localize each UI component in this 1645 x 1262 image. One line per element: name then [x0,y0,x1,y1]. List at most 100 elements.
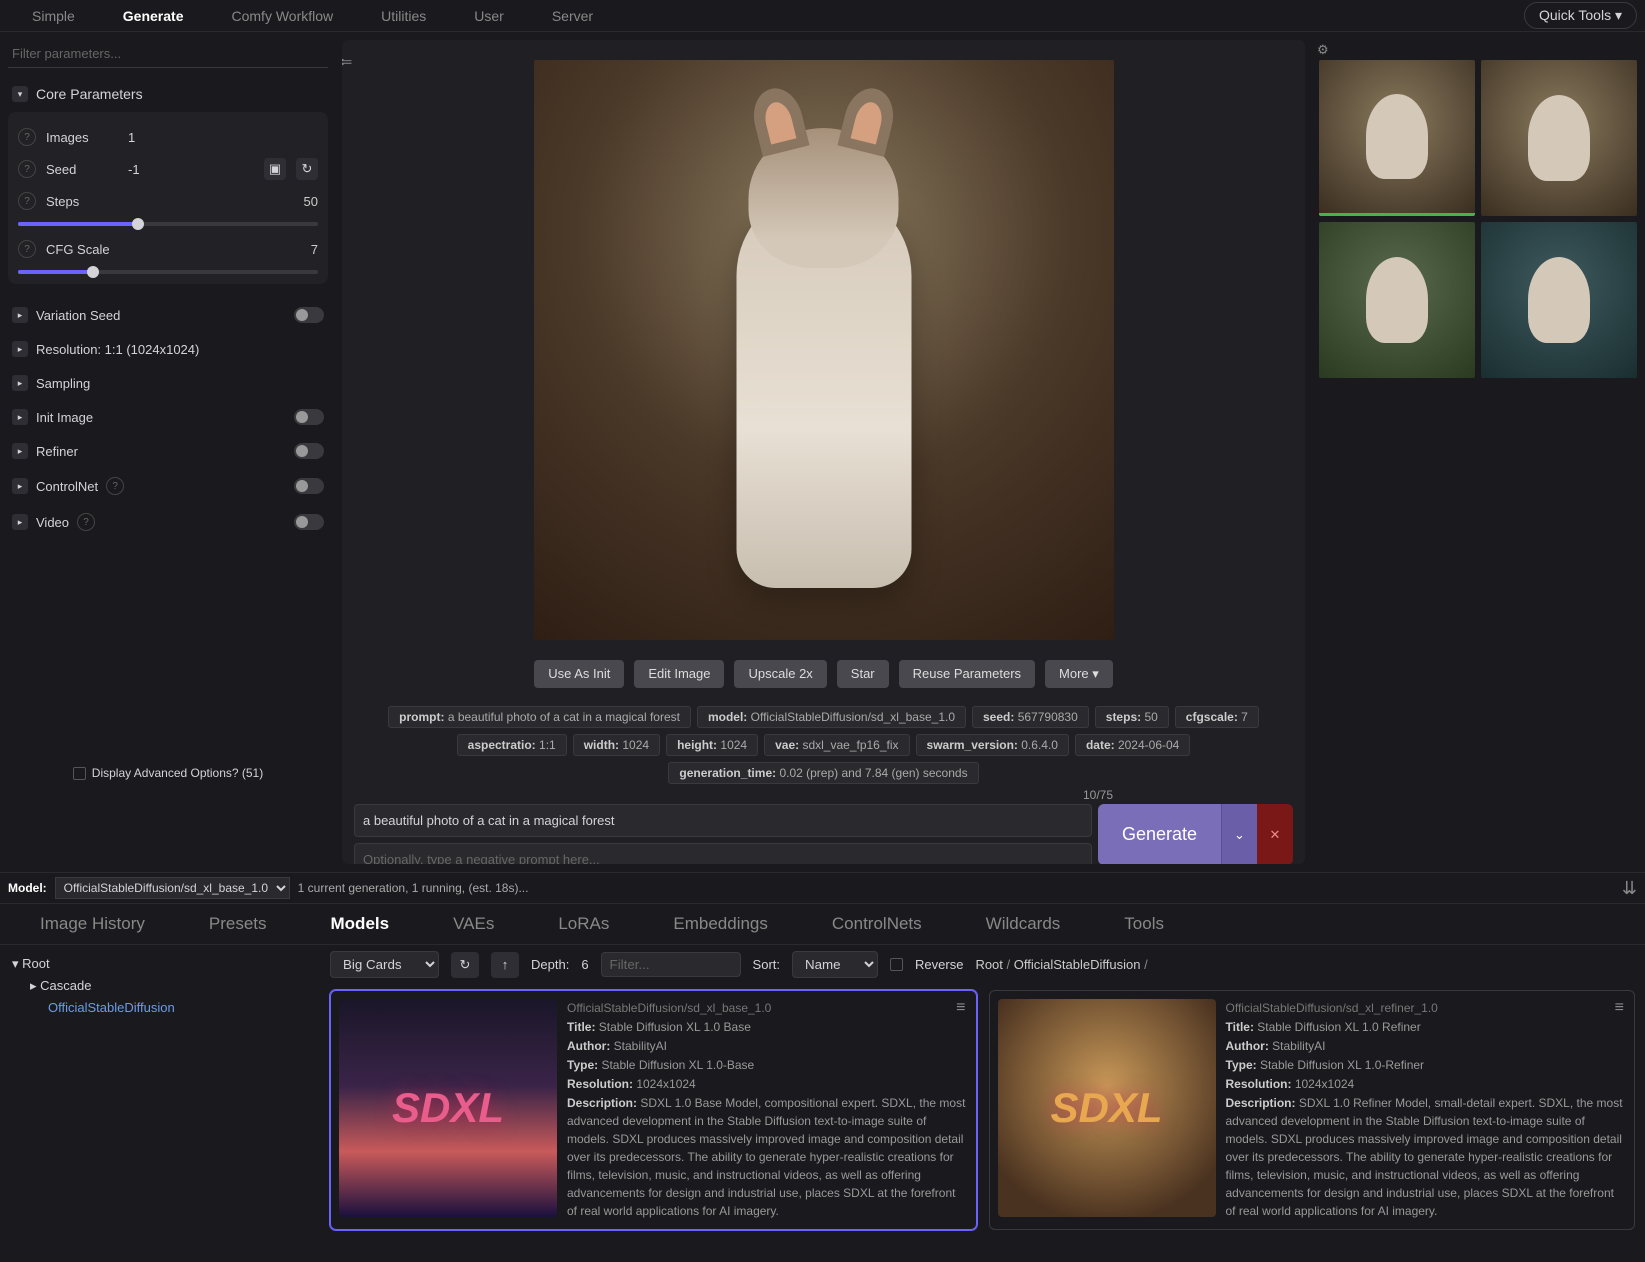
prompt-row: a beautiful photo of a cat in a magical … [354,804,1293,864]
action-row: Use As Init Edit Image Upscale 2x Star R… [354,660,1293,688]
negative-prompt-input[interactable] [354,843,1092,864]
status-text: 1 current generation, 1 running, (est. 1… [298,881,529,895]
meta-tag-generation_time[interactable]: generation_time: 0.02 (prep) and 7.84 (g… [668,762,978,784]
generate-dropdown[interactable]: ⌄ [1221,804,1257,864]
core-parameters-header[interactable]: ▾ Core Parameters [8,80,328,108]
nav-tab-server[interactable]: Server [528,2,617,30]
meta-tag-date[interactable]: date: 2024-06-04 [1075,734,1190,756]
section-toggle[interactable] [294,443,324,459]
depth-value[interactable]: 6 [581,957,588,972]
help-icon[interactable]: ? [18,128,36,146]
reverse-label: Reverse [915,957,963,972]
param-section-6[interactable]: ▸Video? [8,504,328,540]
nav-tab-user[interactable]: User [450,2,528,30]
seed-value[interactable]: -1 [128,162,140,177]
breadcrumb[interactable]: Root / OfficialStableDiffusion / [975,957,1147,972]
cancel-button[interactable]: ✕ [1257,804,1293,864]
param-seed: ? Seed -1 ▣ ↻ [18,152,318,186]
images-value[interactable]: 1 [128,130,135,145]
up-button[interactable]: ↑ [491,952,519,978]
meta-tag-aspectratio[interactable]: aspectratio: 1:1 [457,734,567,756]
btab-tools[interactable]: Tools [1092,904,1196,944]
filter-parameters-input[interactable] [8,40,328,68]
param-section-5[interactable]: ▸ControlNet? [8,468,328,504]
advanced-options-toggle[interactable]: Display Advanced Options? (51) [8,760,328,786]
meta-tag-cfgscale[interactable]: cfgscale: 7 [1175,706,1259,728]
param-section-1[interactable]: ▸Resolution: 1:1 (1024x1024) [8,332,328,366]
meta-tag-model[interactable]: model: OfficialStableDiffusion/sd_xl_bas… [697,706,966,728]
quick-tools-dropdown[interactable]: Quick Tools ▾ [1524,2,1637,29]
cfg-slider[interactable] [18,270,318,274]
model-card-0[interactable]: SDXL OfficialStableDiffusion/sd_xl_base_… [330,990,977,1230]
gear-icon[interactable]: ⚙ [1317,42,1329,58]
help-icon[interactable]: ? [18,240,36,258]
refresh-button[interactable]: ↻ [451,952,479,978]
steps-slider[interactable] [18,222,318,226]
preview-image[interactable] [534,60,1114,640]
bottom-area: Model: OfficialStableDiffusion/sd_xl_bas… [0,872,1645,1262]
param-section-4[interactable]: ▸Refiner [8,434,328,468]
nav-tab-generate[interactable]: Generate [99,2,208,30]
section-toggle[interactable] [294,307,324,323]
reverse-checkbox[interactable] [890,958,903,971]
seed-reuse-button[interactable]: ▣ [264,158,286,180]
card-menu-icon[interactable]: ≡ [956,999,965,1017]
meta-tag-height[interactable]: height: 1024 [666,734,758,756]
use-as-init-button[interactable]: Use As Init [534,660,624,688]
tree-cascade[interactable]: ▸ Cascade [12,975,308,997]
collapse-sidebar-icon[interactable]: ⇐ [342,52,352,72]
tree-root[interactable]: ▾ Root [12,953,308,975]
card-menu-icon[interactable]: ≡ [1615,999,1624,1017]
param-section-0[interactable]: ▸Variation Seed [8,298,328,332]
help-icon[interactable]: ? [18,192,36,210]
btab-presets[interactable]: Presets [177,904,299,944]
generate-button[interactable]: Generate [1098,804,1221,864]
btab-loras[interactable]: LoRAs [526,904,641,944]
cfg-value[interactable]: 7 [311,242,318,257]
expand-icon: ▸ [12,307,28,323]
btab-models[interactable]: Models [299,904,422,944]
btab-vaes[interactable]: VAEs [421,904,526,944]
tree-official-sd[interactable]: OfficialStableDiffusion [12,997,308,1018]
param-section-3[interactable]: ▸Init Image [8,400,328,434]
nav-tab-comfy[interactable]: Comfy Workflow [208,2,358,30]
model-card-1[interactable]: SDXL OfficialStableDiffusion/sd_xl_refin… [989,990,1636,1230]
section-toggle[interactable] [294,478,324,494]
upscale-button[interactable]: Upscale 2x [734,660,826,688]
nav-tab-simple[interactable]: Simple [8,2,99,30]
thumbnail-0[interactable] [1319,60,1475,216]
section-toggle[interactable] [294,409,324,425]
star-button[interactable]: Star [837,660,889,688]
help-icon[interactable]: ? [77,513,95,531]
edit-image-button[interactable]: Edit Image [634,660,724,688]
meta-tag-prompt[interactable]: prompt: a beautiful photo of a cat in a … [388,706,691,728]
meta-tag-steps[interactable]: steps: 50 [1095,706,1169,728]
meta-tag-swarm_version[interactable]: swarm_version: 0.6.4.0 [916,734,1069,756]
sort-select[interactable]: Name [792,951,878,978]
more-button[interactable]: More ▾ [1045,660,1113,688]
help-icon[interactable]: ? [18,160,36,178]
thumbnail-1[interactable] [1481,60,1637,216]
seed-randomize-button[interactable]: ↻ [296,158,318,180]
meta-tag-vae[interactable]: vae: sdxl_vae_fp16_fix [764,734,909,756]
btab-controlnets[interactable]: ControlNets [800,904,954,944]
models-filter-input[interactable] [601,952,741,977]
thumbnail-2[interactable] [1319,222,1475,378]
meta-tag-seed[interactable]: seed: 567790830 [972,706,1089,728]
steps-value[interactable]: 50 [304,194,318,209]
expand-icon: ▸ [12,443,28,459]
section-toggle[interactable] [294,514,324,530]
reuse-parameters-button[interactable]: Reuse Parameters [899,660,1035,688]
view-select[interactable]: Big Cards [330,951,439,978]
nav-tab-utilities[interactable]: Utilities [357,2,450,30]
param-section-2[interactable]: ▸Sampling [8,366,328,400]
btab-wildcards[interactable]: Wildcards [954,904,1093,944]
model-select[interactable]: OfficialStableDiffusion/sd_xl_base_1.0 [55,877,290,899]
collapse-bottom-icon[interactable]: ⇊ [1622,878,1637,899]
help-icon[interactable]: ? [106,477,124,495]
btab-image-history[interactable]: Image History [8,904,177,944]
prompt-input[interactable]: a beautiful photo of a cat in a magical … [354,804,1092,837]
thumbnail-3[interactable] [1481,222,1637,378]
btab-embeddings[interactable]: Embeddings [641,904,800,944]
meta-tag-width[interactable]: width: 1024 [573,734,660,756]
